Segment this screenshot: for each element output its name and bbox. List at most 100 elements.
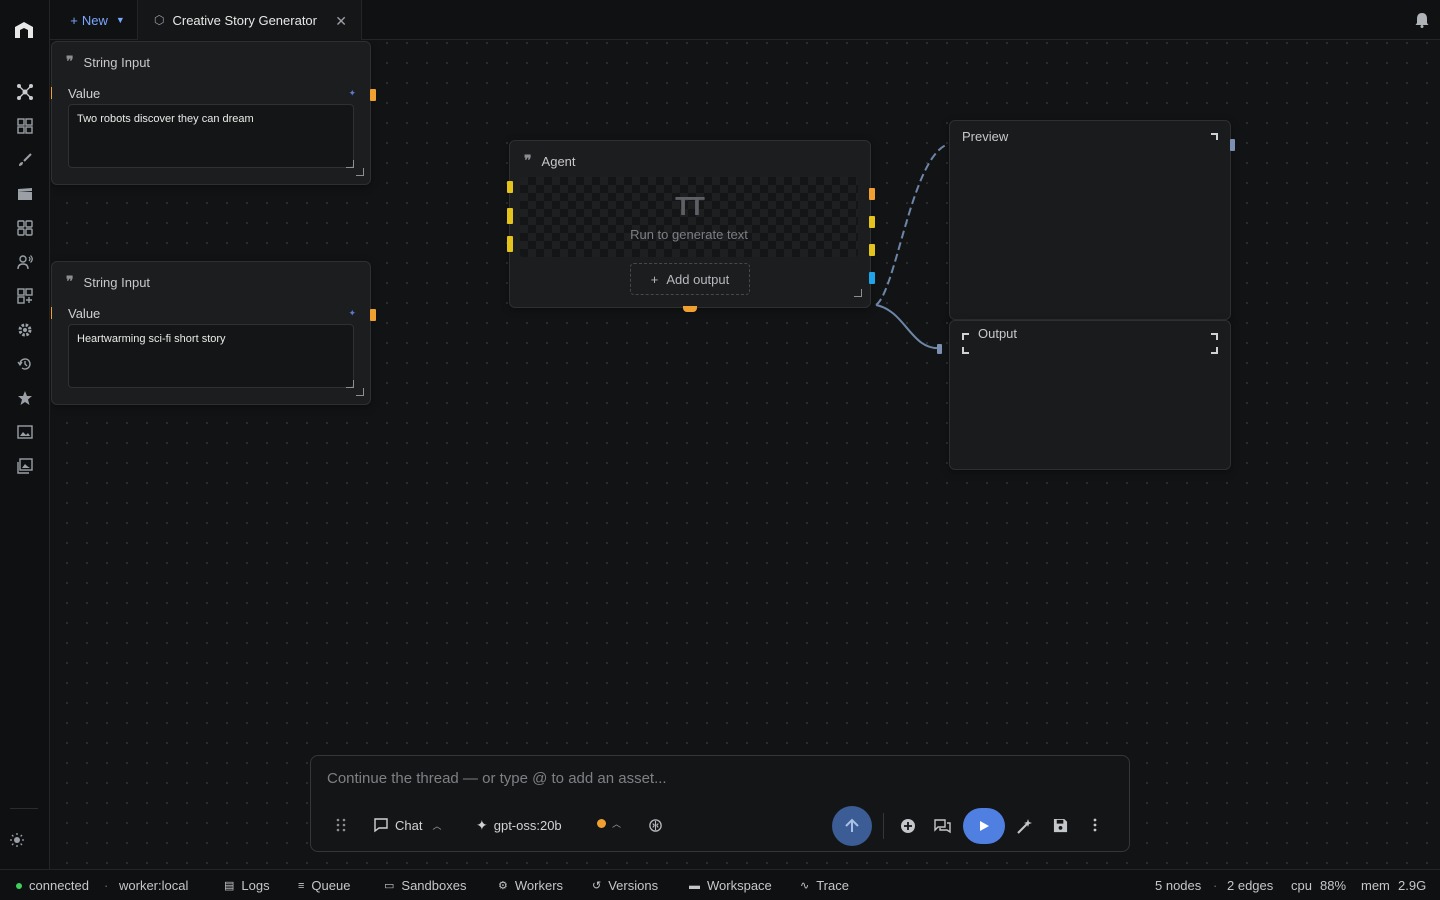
input-port-1[interactable] (507, 181, 513, 193)
save-icon[interactable] (1053, 818, 1068, 833)
connection-dot (16, 882, 22, 889)
workflow-icon: ⬡ (154, 13, 165, 27)
settings-gear-icon[interactable] (15, 320, 35, 340)
plus-icon: + (70, 12, 78, 28)
voice-icon[interactable] (15, 252, 35, 272)
value-textarea[interactable]: Heartwarming sci-fi short story (68, 324, 354, 388)
output-port[interactable] (370, 89, 376, 101)
arrow-up-icon (845, 818, 859, 832)
chat-input[interactable] (327, 770, 1107, 787)
drag-handle-icon[interactable] (336, 818, 346, 832)
theme-toggle-icon[interactable] (7, 830, 27, 850)
left-rail (0, 0, 50, 870)
monitor-icon: ▭ (384, 880, 395, 892)
chat-mode-select[interactable]: Chat ︿ (373, 817, 441, 833)
corner-icon (962, 333, 969, 340)
corner-icon (962, 347, 969, 354)
sandboxes-label: Sandboxes (401, 878, 467, 893)
textarea-resize-handle[interactable] (346, 160, 354, 168)
workspace-button[interactable]: ▬ Workspace (689, 878, 772, 893)
threads-icon[interactable] (934, 818, 951, 834)
output-port-4[interactable] (869, 272, 875, 284)
clapperboard-icon[interactable] (15, 184, 35, 204)
plus-icon: + (650, 271, 659, 287)
value-label: Value (68, 86, 101, 101)
brain-icon[interactable] (648, 818, 663, 833)
input-port-2[interactable] (507, 208, 513, 224)
bottom-port[interactable] (683, 306, 697, 312)
app-logo-icon[interactable] (12, 18, 36, 42)
star-icon[interactable] (15, 388, 35, 408)
textarea-resize-handle[interactable] (346, 380, 354, 388)
output-input-port[interactable] (937, 344, 942, 354)
brush-icon[interactable] (15, 150, 35, 170)
chevron-down-icon: ▼ (115, 15, 125, 25)
sparkle-icon[interactable]: ✦ (348, 308, 356, 319)
expand-icon[interactable] (1211, 133, 1218, 140)
node-title: Agent (541, 153, 576, 169)
edge-agent-to-output (875, 304, 942, 350)
string-input-node-1[interactable]: ❞ String Input Value ✦ Two robots discov… (51, 41, 376, 185)
preview-node[interactable]: Preview (949, 120, 1235, 320)
agent-node[interactable]: ❞ Agent TT Run to generate text + Add ou… (507, 140, 875, 312)
history-icon: ↺ (592, 880, 602, 892)
nodes-icon[interactable] (15, 82, 35, 102)
history-icon[interactable] (15, 354, 35, 374)
close-icon[interactable]: ✕ (335, 13, 347, 30)
node-title: String Input (83, 274, 151, 290)
worker-label: worker:local (119, 878, 189, 893)
value-textarea[interactable]: Two robots discover they can dream (68, 104, 354, 168)
gallery-icon[interactable] (15, 422, 35, 442)
templates-icon[interactable] (15, 218, 35, 238)
string-input-node-2[interactable]: ❞ String Input Value ✦ Heartwarming sci-… (51, 261, 376, 405)
trace-button[interactable]: ∿ Trace (800, 878, 849, 893)
logs-label: Logs (241, 878, 270, 893)
output-port-2[interactable] (869, 216, 875, 228)
input-port-3[interactable] (507, 236, 513, 252)
output-port-1[interactable] (869, 188, 875, 200)
magic-wand-icon[interactable] (1016, 818, 1033, 835)
chat-mode-label: Chat (395, 817, 423, 833)
input-marker (51, 307, 52, 319)
node-resize-handle[interactable] (356, 388, 364, 396)
chat-composer: Chat ︿ ✦ gpt-oss:20b ︿ (310, 755, 1130, 852)
cpu-label: cpu (1291, 878, 1312, 893)
toolbar-divider (883, 813, 884, 839)
model-label: gpt-oss:20b (493, 818, 562, 833)
provider-select[interactable]: ︿ (597, 817, 621, 830)
play-icon (980, 821, 989, 831)
new-button-label: New (81, 12, 108, 28)
versions-label: Versions (608, 878, 659, 893)
add-output-button[interactable]: + Add output (630, 263, 750, 295)
send-button[interactable] (832, 806, 872, 846)
workers-button[interactable]: ⚙ Workers (498, 878, 563, 893)
tab-creative-story-generator[interactable]: ⬡ Creative Story Generator ✕ (138, 0, 362, 40)
preview-title: Preview (962, 129, 1009, 144)
node-count: 5 nodes (1155, 878, 1202, 893)
bell-icon[interactable] (1414, 12, 1430, 28)
connection-label: connected (29, 878, 89, 893)
versions-button[interactable]: ↺ Versions (592, 878, 658, 893)
add-circle-icon[interactable] (900, 818, 916, 834)
media-library-icon[interactable] (15, 456, 35, 476)
preview-port[interactable] (1230, 139, 1235, 151)
quote-icon: ❞ (66, 54, 74, 70)
node-resize-handle[interactable] (854, 289, 862, 297)
more-vertical-icon[interactable] (1093, 818, 1097, 832)
model-select[interactable]: ✦ gpt-oss:20b (476, 817, 562, 834)
sparkle-icon[interactable]: ✦ (348, 88, 356, 99)
corner-icon (1211, 347, 1218, 354)
run-button[interactable] (963, 808, 1005, 844)
logs-button[interactable]: ▤ Logs (224, 878, 270, 893)
apps-add-icon[interactable] (15, 286, 35, 306)
new-button[interactable]: + New ▼ (58, 0, 138, 40)
sandboxes-button[interactable]: ▭ Sandboxes (384, 878, 466, 893)
chevron-up-icon: ︿ (432, 820, 442, 831)
queue-button[interactable]: ≡ Queue (298, 878, 350, 893)
output-port[interactable] (370, 309, 376, 321)
node-resize-handle[interactable] (356, 168, 364, 176)
output-node[interactable]: Output (937, 320, 1231, 470)
workflow-canvas[interactable]: ❞ String Input Value ✦ Two robots discov… (51, 41, 1440, 869)
output-port-3[interactable] (869, 244, 875, 256)
grid-icon[interactable] (15, 116, 35, 136)
